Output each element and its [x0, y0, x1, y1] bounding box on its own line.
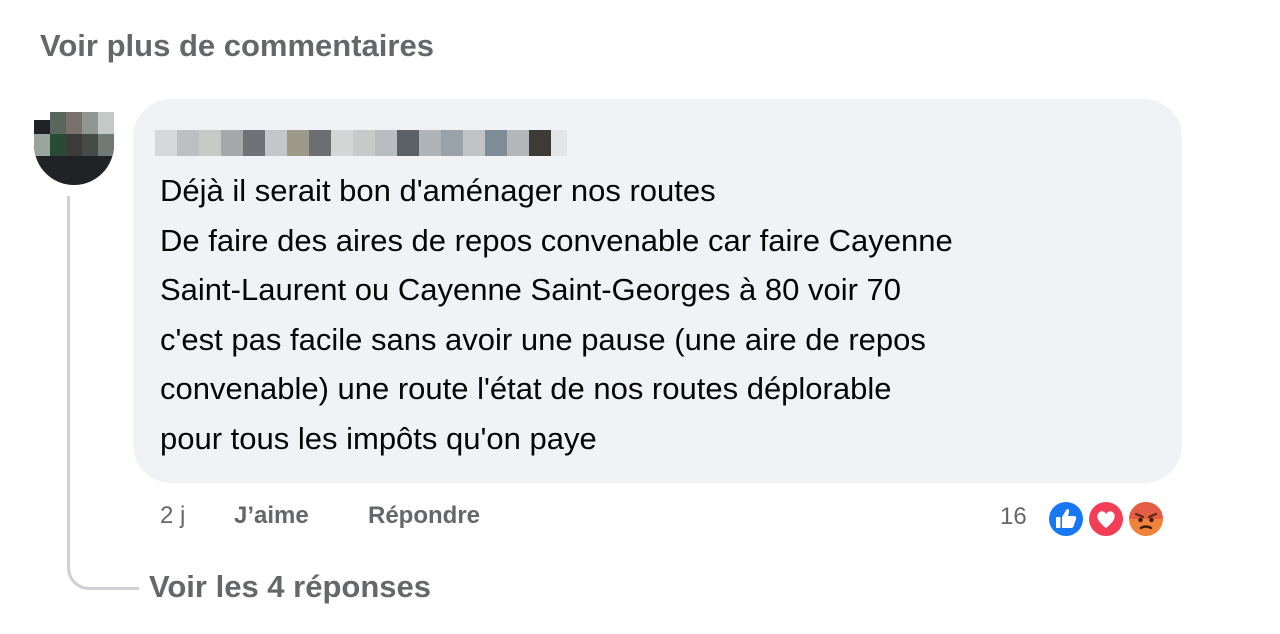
- name-pixel: [155, 130, 177, 156]
- author-name-blurred[interactable]: [155, 130, 567, 156]
- comment-line: pour tous les impôts qu'on paye: [160, 420, 597, 456]
- name-pixel: [265, 130, 287, 156]
- name-pixel: [331, 130, 353, 156]
- name-pixel: [507, 130, 529, 156]
- name-pixel: [287, 130, 309, 156]
- comment-line: convenable) une route l'état de nos rout…: [160, 371, 892, 406]
- name-pixel: [441, 130, 463, 156]
- name-pixel: [529, 130, 551, 156]
- comment-line: Déjà il serait bon d'aménager nos routes: [160, 173, 716, 208]
- name-pixel: [177, 130, 199, 156]
- comment-line: De faire des aires de repos convenable c…: [160, 222, 953, 258]
- name-pixel: [485, 130, 507, 156]
- see-more-comments-link[interactable]: Voir plus de commentaires: [40, 28, 434, 64]
- avatar-pixel: [82, 134, 98, 156]
- angry-icon: [1126, 499, 1166, 539]
- name-pixel: [419, 130, 441, 156]
- reactions-summary[interactable]: 16: [1000, 497, 1180, 541]
- avatar-pixel: [50, 112, 66, 134]
- name-pixel: [353, 130, 375, 156]
- name-pixel: [199, 130, 221, 156]
- name-pixel: [375, 130, 397, 156]
- like-icon: [1046, 499, 1086, 539]
- avatar-pixel: [66, 112, 82, 134]
- name-pixel: [463, 130, 485, 156]
- name-pixel: [221, 130, 243, 156]
- love-icon: [1086, 499, 1126, 539]
- comment-line: Saint-Laurent ou Cayenne Saint-Georges à…: [160, 272, 902, 307]
- avatar-pixel: [34, 134, 50, 156]
- avatar-pixel: [98, 112, 114, 134]
- avatar-pixel: [82, 112, 98, 134]
- comment-text: Déjà il serait bon d'aménager nos routes…: [160, 166, 1160, 463]
- reply-button[interactable]: Répondre: [368, 502, 480, 530]
- avatar[interactable]: [34, 90, 114, 185]
- reaction-count: 16: [1000, 503, 1027, 530]
- name-pixel: [551, 130, 567, 156]
- name-pixel: [397, 130, 419, 156]
- avatar-pixel: [98, 134, 114, 156]
- thread-line: [67, 196, 139, 590]
- name-pixel: [309, 130, 331, 156]
- avatar-pixel: [66, 134, 82, 156]
- comment-timestamp[interactable]: 2 j: [160, 502, 185, 530]
- avatar-pixel: [50, 134, 66, 156]
- like-button[interactable]: J’aime: [234, 502, 309, 530]
- comment-line: c'est pas facile sans avoir une pause (u…: [160, 321, 926, 357]
- see-replies-link[interactable]: Voir les 4 réponses: [149, 569, 431, 605]
- name-pixel: [243, 130, 265, 156]
